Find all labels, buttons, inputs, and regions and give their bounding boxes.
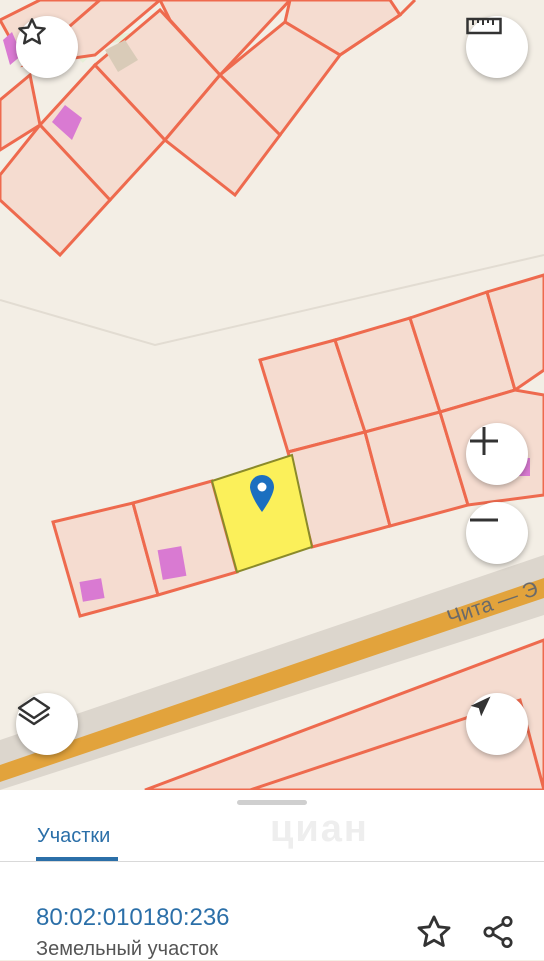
- favorite-button[interactable]: [414, 912, 454, 952]
- divider: [0, 861, 544, 862]
- tab-parcels[interactable]: Участки: [37, 825, 110, 848]
- cadastral-number[interactable]: 80:02:010180:236: [36, 904, 230, 932]
- map-view[interactable]: Чита — Э: [0, 0, 544, 790]
- ruler-button[interactable]: [466, 16, 528, 78]
- plus-icon: [470, 427, 498, 455]
- favorite-map-button[interactable]: [16, 16, 78, 78]
- parcel-type: Земельный участок: [36, 938, 219, 960]
- share-button[interactable]: [478, 912, 518, 952]
- my-location-button[interactable]: [466, 693, 528, 755]
- layers-icon: [17, 696, 51, 726]
- zoom-out-button[interactable]: [466, 502, 528, 564]
- star-icon: [417, 915, 451, 947]
- minus-icon: [470, 518, 498, 522]
- share-icon: [483, 915, 513, 949]
- sheet-handle[interactable]: [237, 800, 307, 805]
- layers-button[interactable]: [16, 693, 78, 755]
- star-icon: [18, 18, 46, 45]
- watermark: циан: [270, 808, 369, 850]
- ruler-icon: [466, 17, 502, 35]
- zoom-in-button[interactable]: [466, 423, 528, 485]
- navigation-arrow-icon: [470, 696, 491, 717]
- map-canvas[interactable]: Чита — Э: [0, 0, 544, 790]
